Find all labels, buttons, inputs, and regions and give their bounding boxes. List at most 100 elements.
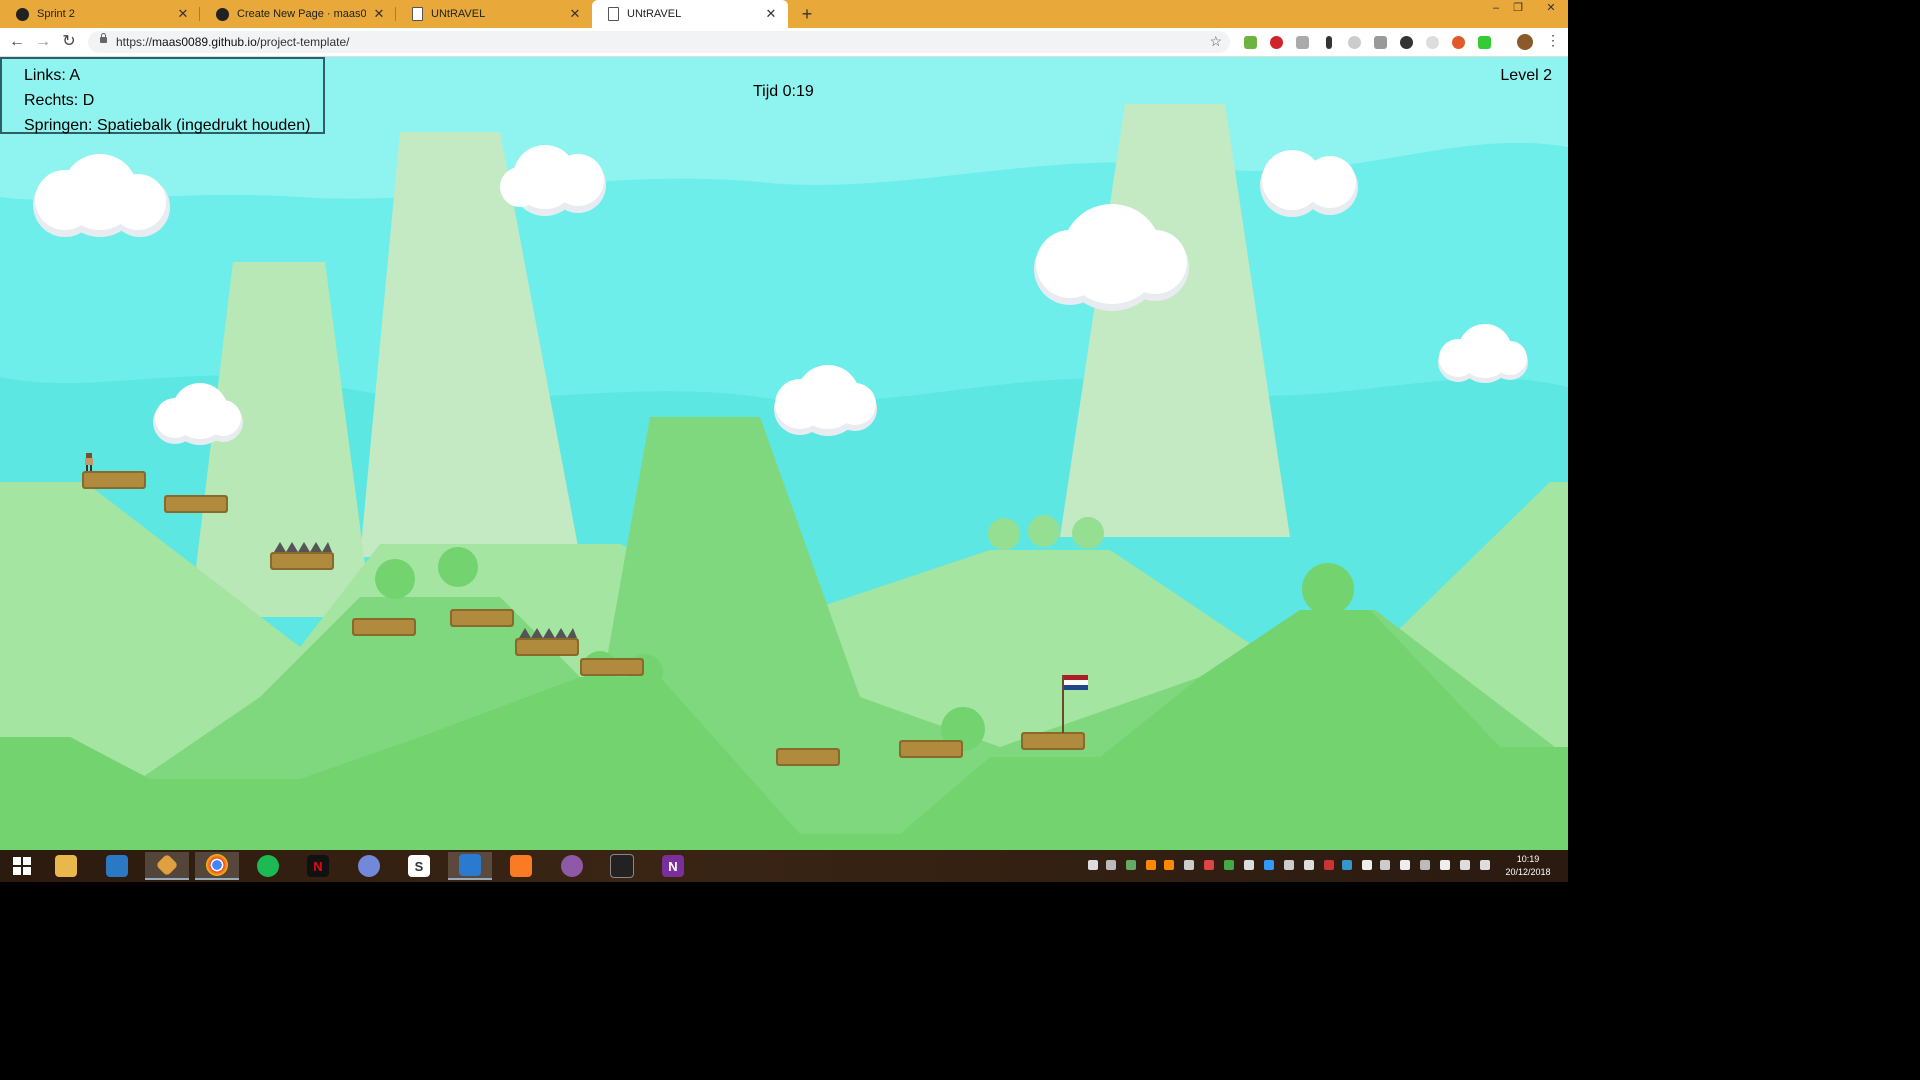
- extension-monitor-icon[interactable]: [1296, 36, 1309, 49]
- netflix-icon: N: [307, 855, 329, 877]
- tray-icon[interactable]: [1224, 860, 1234, 870]
- dropbox-icon[interactable]: [1264, 860, 1274, 870]
- extension-lines-icon[interactable]: [1374, 36, 1387, 49]
- onedrive-icon[interactable]: [1400, 860, 1410, 870]
- page-icon: [608, 7, 619, 21]
- platform: [164, 495, 228, 513]
- tray-icon[interactable]: [1362, 860, 1372, 870]
- steam-icon[interactable]: [1420, 860, 1430, 870]
- platform: [899, 740, 963, 758]
- control-right: Rechts: D: [24, 92, 95, 109]
- tray-icon[interactable]: [1184, 860, 1194, 870]
- minimize-button[interactable]: –: [1485, 0, 1507, 20]
- platform: [450, 609, 514, 627]
- extension-grey-icon[interactable]: [1348, 36, 1361, 49]
- browser-menu-icon[interactable]: ⋮: [1546, 32, 1560, 49]
- extension-light-icon[interactable]: [1426, 36, 1439, 49]
- adblock-plus-icon[interactable]: [1270, 36, 1283, 49]
- platform: [776, 748, 840, 766]
- github-icon: [16, 7, 29, 21]
- tray-icon[interactable]: [1342, 860, 1352, 870]
- close-tab-icon[interactable]: ✕: [764, 6, 778, 22]
- tab-create-new-page[interactable]: Create New Page · maas0089/pr ✕: [200, 0, 396, 28]
- clock-time: 10:19: [1516, 854, 1540, 864]
- browser-toolbar: ← → ↻ https://maas0089.github.io/project…: [0, 28, 1568, 57]
- cloud: [1260, 150, 1358, 217]
- tab-strip: Sprint 2 ✕ Create New Page · maas0089/pr…: [0, 0, 1568, 28]
- system-clock[interactable]: 10:19 20/12/2018: [1500, 853, 1556, 879]
- tray-icon[interactable]: [1106, 860, 1116, 870]
- discord-icon: [358, 855, 380, 877]
- taskbar-app-diamond[interactable]: [145, 852, 189, 880]
- windows-start-button[interactable]: [0, 852, 44, 880]
- tray-icon[interactable]: [1088, 860, 1098, 870]
- tray-icon[interactable]: [1244, 860, 1254, 870]
- taskbar-chrome[interactable]: [195, 852, 239, 880]
- restore-button[interactable]: ❐: [1507, 0, 1529, 20]
- back-button[interactable]: ←: [7, 32, 27, 52]
- close-tab-icon[interactable]: ✕: [568, 6, 582, 22]
- spotify-icon: [257, 855, 279, 877]
- bookmark-star-icon[interactable]: ☆: [1209, 33, 1222, 50]
- taskbar-vscode[interactable]: [448, 852, 492, 880]
- taskbar-remote-desktop[interactable]: [95, 852, 139, 880]
- taskbar-onenote[interactable]: N: [651, 852, 695, 880]
- taskbar-slack[interactable]: S: [397, 852, 441, 880]
- tray-icon[interactable]: [1204, 860, 1214, 870]
- tab-untravel[interactable]: UNtRAVEL ✕: [396, 0, 592, 28]
- tab-title: UNtRAVEL: [627, 8, 682, 20]
- close-tab-icon[interactable]: ✕: [176, 6, 190, 22]
- taskbar-file-explorer[interactable]: [44, 852, 88, 880]
- new-tab-button[interactable]: +: [797, 4, 817, 24]
- taskbar-unity[interactable]: [600, 852, 644, 880]
- tab-untravel-active[interactable]: UNtRAVEL ✕: [592, 0, 788, 28]
- address-bar[interactable]: https://maas0089.github.io/project-templ…: [88, 31, 1230, 53]
- tray-icon[interactable]: [1304, 860, 1314, 870]
- url-text: https://maas0089.github.io/project-templ…: [116, 35, 350, 49]
- folder-icon: [55, 855, 77, 877]
- reload-button[interactable]: ↻: [59, 32, 79, 52]
- forward-button[interactable]: →: [33, 32, 53, 52]
- unity-icon: [610, 854, 634, 878]
- profile-avatar[interactable]: [1517, 34, 1533, 50]
- page-icon: [412, 7, 423, 21]
- close-window-button[interactable]: ✕: [1540, 0, 1562, 20]
- tray-icon[interactable]: [1146, 860, 1156, 870]
- volume-icon[interactable]: [1480, 860, 1490, 870]
- taskbar-netflix[interactable]: N: [296, 852, 340, 880]
- network-icon[interactable]: [1380, 860, 1390, 870]
- tray-icon[interactable]: [1324, 860, 1334, 870]
- onenote-icon: N: [662, 855, 684, 877]
- cat-icon: [561, 855, 583, 877]
- taskbar-gitkraken[interactable]: [550, 852, 594, 880]
- timer: Tijd 0:19: [753, 83, 814, 100]
- taskbar-discord[interactable]: [347, 852, 391, 880]
- taskbar-xampp[interactable]: [499, 852, 543, 880]
- control-left: Links: A: [24, 67, 81, 84]
- chrome-icon: [206, 854, 228, 876]
- tab-sprint-2[interactable]: Sprint 2 ✕: [0, 0, 200, 28]
- slack-icon: S: [408, 855, 430, 877]
- clock-date: 20/12/2018: [1505, 867, 1551, 877]
- extension-b-icon[interactable]: [1400, 36, 1413, 49]
- close-tab-icon[interactable]: ✕: [372, 6, 386, 22]
- tray-icon[interactable]: [1126, 860, 1136, 870]
- extension-badge-icon[interactable]: [1478, 36, 1491, 49]
- wifi-icon[interactable]: [1460, 860, 1470, 870]
- tree-cluster-light: [988, 515, 1104, 550]
- taskbar-spotify[interactable]: [246, 852, 290, 880]
- extension-green-icon[interactable]: [1244, 36, 1257, 49]
- extension-orange-icon[interactable]: [1452, 36, 1465, 49]
- tab-title: UNtRAVEL: [431, 8, 486, 20]
- game-canvas[interactable]: Links: A Rechts: D Springen: Spatiebalk …: [0, 57, 1568, 850]
- lock-icon: [100, 33, 107, 43]
- tray-icon[interactable]: [1164, 860, 1174, 870]
- extension-pin-icon[interactable]: [1326, 36, 1332, 49]
- diamond-icon: [155, 853, 179, 877]
- platform: [1021, 732, 1085, 750]
- tray-icon[interactable]: [1284, 860, 1294, 870]
- tab-title: Sprint 2: [37, 8, 75, 20]
- flag-icon[interactable]: [1440, 860, 1450, 870]
- taskbar: N S N 10:19 20/12/2018: [0, 850, 1568, 882]
- control-jump: Springen: Spatiebalk (ingedrukt houden): [24, 117, 311, 134]
